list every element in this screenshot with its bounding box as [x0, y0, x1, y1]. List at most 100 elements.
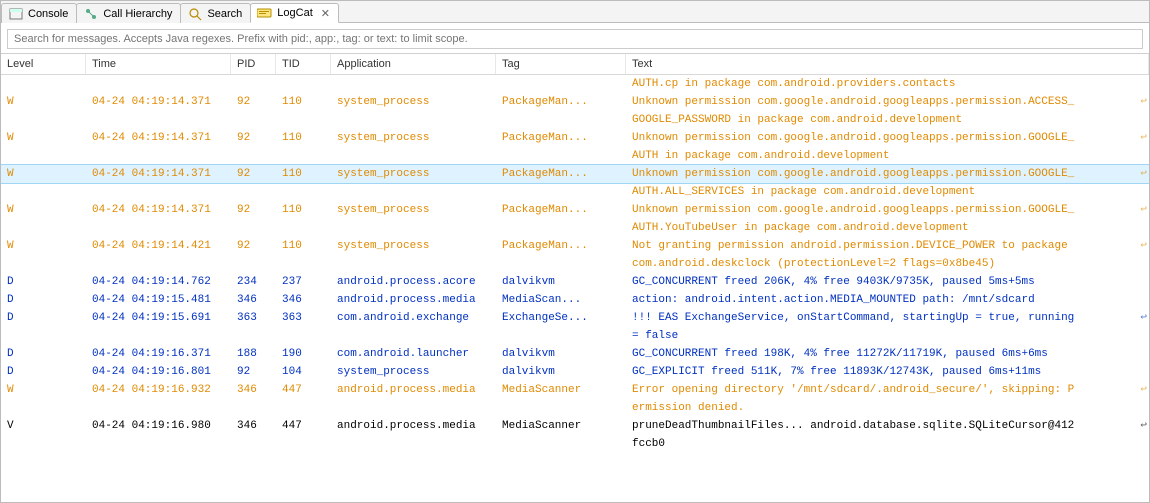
cell-pid — [231, 111, 276, 129]
cell-tid: 346 — [276, 291, 331, 309]
cell-text: ermission denied. — [626, 399, 1149, 417]
col-text[interactable]: Text — [626, 54, 1149, 74]
table-row[interactable]: D04-24 04:19:16.80192104system_processda… — [1, 363, 1149, 381]
tab-console[interactable]: Console — [1, 3, 77, 23]
cell-time: 04-24 04:19:16.371 — [86, 345, 231, 363]
cell-app: system_process — [331, 165, 496, 183]
table-row[interactable]: AUTH.ALL_SERVICES in package com.android… — [1, 183, 1149, 201]
table-row[interactable]: V04-24 04:19:16.980346447android.process… — [1, 417, 1149, 435]
cell-app — [331, 219, 496, 237]
cell-app: com.android.launcher — [331, 345, 496, 363]
table-row[interactable]: W04-24 04:19:16.932346447android.process… — [1, 381, 1149, 399]
cell-time — [86, 399, 231, 417]
cell-time — [86, 435, 231, 453]
cell-level: W — [1, 237, 86, 255]
cell-time: 04-24 04:19:16.801 — [86, 363, 231, 381]
cell-tag — [496, 111, 626, 129]
cell-app — [331, 75, 496, 93]
tab-label: Search — [207, 8, 242, 20]
cell-tag — [496, 219, 626, 237]
cell-tid — [276, 255, 331, 273]
cell-time — [86, 75, 231, 93]
col-level[interactable]: Level — [1, 54, 86, 74]
table-row[interactable]: W04-24 04:19:14.37192110system_processPa… — [1, 93, 1149, 111]
cell-tag: ExchangeSe... — [496, 309, 626, 327]
cell-pid — [231, 219, 276, 237]
log-table-body[interactable]: AUTH.cp in package com.android.providers… — [1, 75, 1149, 502]
cell-app — [331, 399, 496, 417]
search-input[interactable] — [7, 29, 1143, 49]
table-row[interactable]: W04-24 04:19:14.37192110system_processPa… — [1, 201, 1149, 219]
cell-tag: PackageMan... — [496, 129, 626, 147]
table-row[interactable]: D04-24 04:19:15.691363363com.android.exc… — [1, 309, 1149, 327]
cell-time: 04-24 04:19:15.691 — [86, 309, 231, 327]
table-row[interactable]: D04-24 04:19:14.762234237android.process… — [1, 273, 1149, 291]
table-row[interactable]: com.android.deskclock (protectionLevel=2… — [1, 255, 1149, 273]
cell-time: 04-24 04:19:15.481 — [86, 291, 231, 309]
cell-tag — [496, 327, 626, 345]
cell-tid — [276, 183, 331, 201]
cell-app: android.process.media — [331, 291, 496, 309]
logcat-view: Console Call Hierarchy Search LogCat ✕ L… — [0, 0, 1150, 503]
table-row[interactable]: AUTH.cp in package com.android.providers… — [1, 75, 1149, 93]
wrap-icon: ↩ — [1140, 93, 1147, 111]
tab-bar: Console Call Hierarchy Search LogCat ✕ — [1, 1, 1149, 23]
cell-pid: 92 — [231, 201, 276, 219]
table-row[interactable]: = false — [1, 327, 1149, 345]
table-row[interactable]: W04-24 04:19:14.37192110system_processPa… — [1, 165, 1149, 183]
table-row[interactable]: D04-24 04:19:16.371188190com.android.lau… — [1, 345, 1149, 363]
cell-text: Unknown permission com.google.android.go… — [626, 129, 1149, 147]
table-row[interactable]: D04-24 04:19:15.481346346android.process… — [1, 291, 1149, 309]
logcat-icon — [257, 5, 273, 21]
cell-text: Unknown permission com.google.android.go… — [626, 93, 1149, 111]
cell-tag — [496, 255, 626, 273]
cell-pid — [231, 327, 276, 345]
table-row[interactable]: W04-24 04:19:14.37192110system_processPa… — [1, 129, 1149, 147]
cell-text: AUTH in package com.android.development — [626, 147, 1149, 165]
table-row[interactable]: fccb0 — [1, 435, 1149, 453]
cell-time — [86, 255, 231, 273]
cell-text: Error opening directory '/mnt/sdcard/.an… — [626, 381, 1149, 399]
cell-time: 04-24 04:19:14.371 — [86, 165, 231, 183]
wrap-icon: ↩ — [1140, 381, 1147, 399]
cell-app: android.process.media — [331, 381, 496, 399]
tab-logcat[interactable]: LogCat ✕ — [250, 3, 339, 23]
table-row[interactable]: AUTH.YouTubeUser in package com.android.… — [1, 219, 1149, 237]
cell-text: AUTH.cp in package com.android.providers… — [626, 75, 1149, 93]
wrap-icon: ↩ — [1140, 129, 1147, 147]
tab-label: LogCat — [277, 7, 312, 19]
col-app[interactable]: Application — [331, 54, 496, 74]
cell-pid: 234 — [231, 273, 276, 291]
cell-level: V — [1, 417, 86, 435]
cell-text: fccb0 — [626, 435, 1149, 453]
cell-tag: PackageMan... — [496, 201, 626, 219]
cell-app — [331, 435, 496, 453]
cell-time — [86, 219, 231, 237]
table-row[interactable]: AUTH in package com.android.development — [1, 147, 1149, 165]
col-time[interactable]: Time — [86, 54, 231, 74]
wrap-icon: ↩ — [1140, 165, 1147, 183]
cell-pid: 188 — [231, 345, 276, 363]
tab-search[interactable]: Search — [180, 3, 251, 23]
table-row[interactable]: GOOGLE_PASSWORD in package com.android.d… — [1, 111, 1149, 129]
cell-app — [331, 147, 496, 165]
wrap-icon: ↩ — [1140, 201, 1147, 219]
cell-pid: 92 — [231, 237, 276, 255]
call-hierarchy-icon — [83, 6, 99, 22]
close-icon[interactable]: ✕ — [321, 7, 330, 20]
tab-call-hierarchy[interactable]: Call Hierarchy — [76, 3, 181, 23]
cell-tid: 447 — [276, 417, 331, 435]
cell-text: AUTH.YouTubeUser in package com.android.… — [626, 219, 1149, 237]
col-tid[interactable]: TID — [276, 54, 331, 74]
cell-pid: 92 — [231, 363, 276, 381]
col-pid[interactable]: PID — [231, 54, 276, 74]
cell-pid: 92 — [231, 165, 276, 183]
cell-tag — [496, 435, 626, 453]
cell-app: system_process — [331, 201, 496, 219]
col-tag[interactable]: Tag — [496, 54, 626, 74]
table-row[interactable]: ermission denied. — [1, 399, 1149, 417]
cell-pid — [231, 399, 276, 417]
cell-tid — [276, 435, 331, 453]
table-row[interactable]: W04-24 04:19:14.42192110system_processPa… — [1, 237, 1149, 255]
cell-level: D — [1, 273, 86, 291]
